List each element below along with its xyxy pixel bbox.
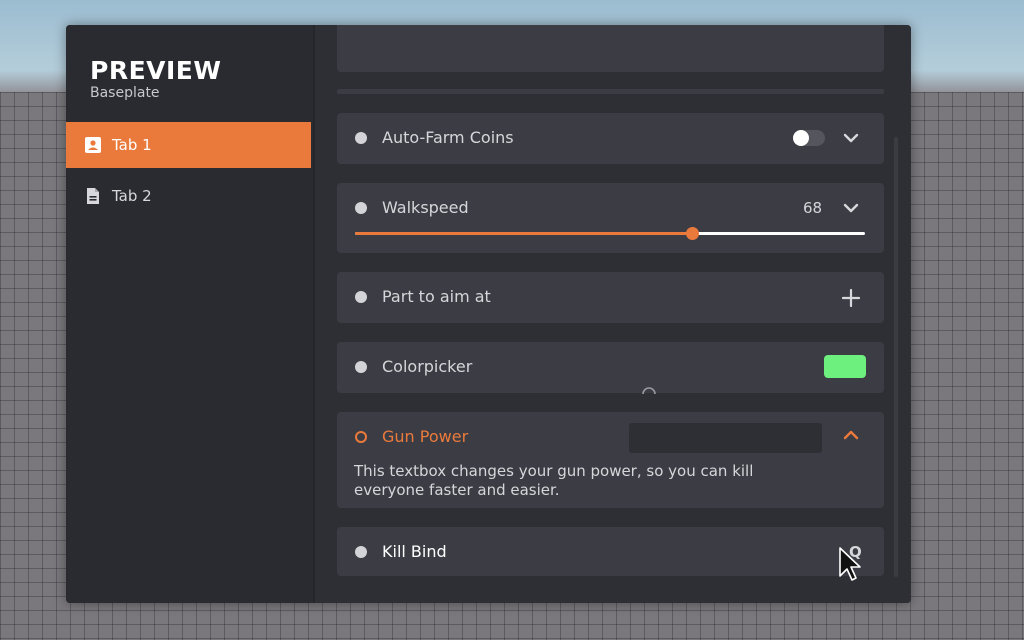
tab-2-label: Tab 2 [112,187,152,205]
kill-bind-card[interactable]: Kill Bind Q [337,527,884,576]
gun-power-label: Gun Power [382,427,469,446]
chevron-down-icon[interactable] [842,201,860,215]
sidebar: PREVIEW Baseplate Tab 1 Tab 2 [66,25,313,603]
element-dot [355,132,367,144]
clipped-card[interactable] [337,25,884,72]
chevron-up-icon[interactable] [842,428,860,442]
color-swatch[interactable] [824,355,866,378]
autofarm-toggle[interactable] [793,130,825,146]
content-panel: Auto-Farm Coins Walkspeed 68 Part to aim… [315,25,911,603]
scrollbar[interactable] [894,137,898,577]
gun-power-input[interactable] [629,423,822,453]
tab-1-label: Tab 1 [112,136,152,154]
element-dot [355,361,367,373]
document-icon [87,188,99,204]
tab-2[interactable]: Tab 2 [66,173,311,219]
tab-1[interactable]: Tab 1 [66,122,311,168]
element-dot [355,202,367,214]
contact-card-icon [85,137,101,153]
walkspeed-slider-card[interactable]: Walkspeed 68 [337,183,884,253]
chevron-down-icon[interactable] [842,131,860,145]
app-subtitle: Baseplate [90,85,160,101]
walkspeed-slider-fill [355,232,692,235]
gun-power-textbox-card[interactable]: Gun Power This textbox changes your gun … [337,412,884,508]
ui-window: PREVIEW Baseplate Tab 1 Tab 2 Auto-Farm … [66,25,911,603]
element-dot-active [355,431,367,443]
walkspeed-slider-handle[interactable] [685,227,699,240]
colorpicker-card[interactable]: Colorpicker [337,342,884,394]
mouse-cursor-icon [839,547,861,581]
section-divider [337,89,884,94]
toggle-knob [793,130,809,146]
autofarm-label: Auto-Farm Coins [382,128,514,147]
autofarm-toggle-card[interactable]: Auto-Farm Coins [337,113,884,164]
kill-bind-label: Kill Bind [382,542,447,561]
plus-icon[interactable] [841,288,861,308]
colorpicker-label: Colorpicker [382,357,473,376]
picker-cursor-icon [642,387,656,394]
walkspeed-label: Walkspeed [382,198,469,217]
element-dot [355,546,367,558]
element-dot [355,291,367,303]
walkspeed-slider-track[interactable] [355,227,865,240]
aim-part-card[interactable]: Part to aim at [337,272,884,323]
app-title: PREVIEW [90,56,222,85]
walkspeed-value: 68 [803,199,823,217]
aim-part-label: Part to aim at [382,287,491,306]
gun-power-description: This textbox changes your gun power, so … [354,462,754,499]
